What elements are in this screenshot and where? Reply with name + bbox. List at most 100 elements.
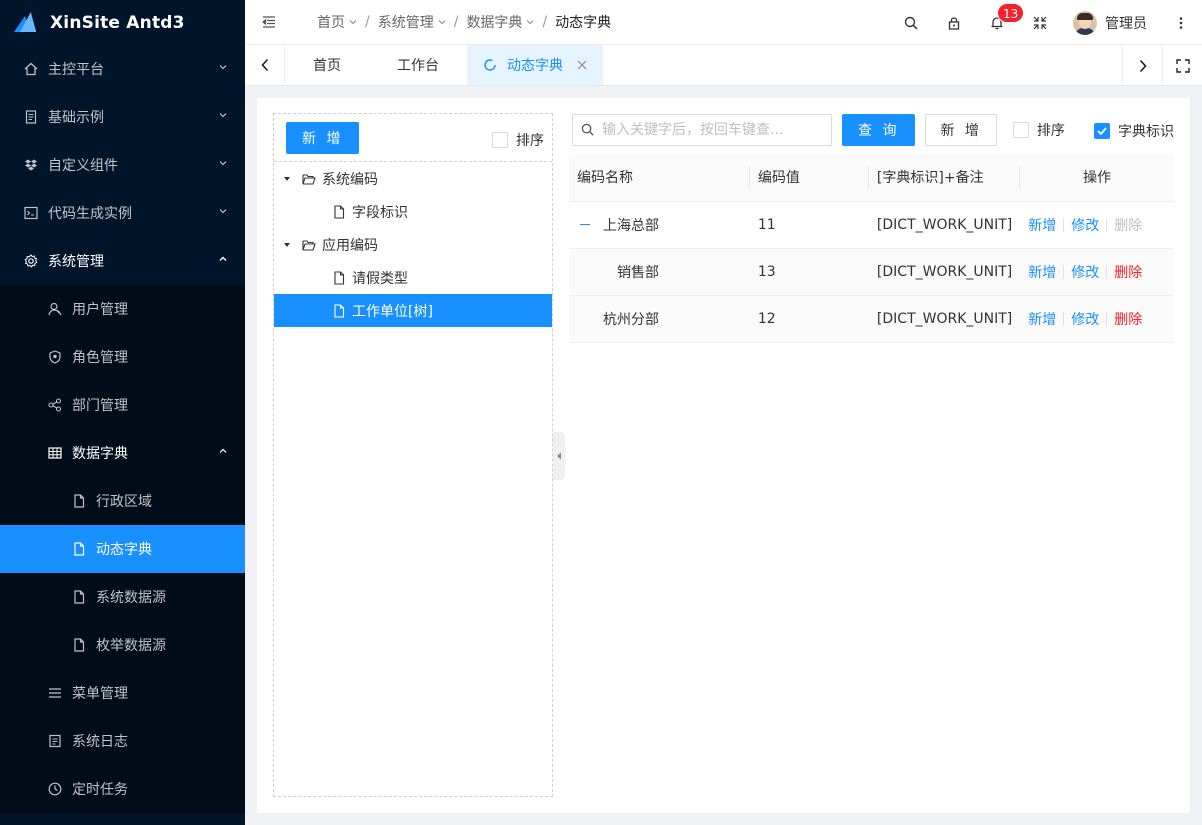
sidebar-item-label: 代码生成实例 (48, 206, 132, 222)
sidebar-item-scheduled-tasks[interactable]: 定时任务 (0, 765, 245, 813)
reload-icon[interactable] (483, 58, 497, 72)
checkbox-box[interactable] (1012, 121, 1029, 138)
panel-collapse-handle[interactable] (553, 432, 565, 480)
tabs-prev-button[interactable] (245, 45, 285, 85)
cell-text: 杭州分部 (603, 311, 659, 328)
chevron-right-icon (1139, 59, 1147, 72)
tabs-next-button[interactable] (1122, 45, 1162, 86)
breadcrumb-item-home[interactable]: 首页 (317, 12, 357, 32)
dict-tree: 系统编码 字段标识 应用编码 请假类型 工作单位[树] (274, 162, 552, 327)
sidebar-item-codegen[interactable]: 代码生成实例 (0, 189, 245, 237)
sidebar-item-label: 数据字典 (72, 446, 128, 462)
logo-icon (14, 11, 40, 34)
tab-label: 工作台 (397, 58, 439, 74)
check-icon (1097, 127, 1107, 135)
sidebar-item-label: 系统管理 (48, 254, 104, 270)
menu-fold-button[interactable] (245, 0, 293, 45)
checkbox-label: 排序 (516, 133, 544, 149)
checkbox-label: 排序 (1036, 122, 1065, 139)
expand-icon (1175, 58, 1190, 73)
sidebar-item-dashboard[interactable]: 主控平台 (0, 45, 245, 93)
items-sort-checkbox[interactable]: 排序 (1012, 120, 1065, 140)
column-header[interactable]: [字典标识]+备注 (868, 154, 1021, 202)
tree-node-field-flag[interactable]: 字段标识 (274, 195, 552, 228)
chevron-down-icon (527, 20, 534, 25)
sidebar-item-system-datasource[interactable]: 系统数据源 (0, 573, 245, 621)
sidebar-item-roles[interactable]: 角色管理 (0, 333, 245, 381)
search-input[interactable] (602, 121, 823, 138)
user-menu[interactable]: 管理员 (1061, 0, 1159, 45)
row-edit-link[interactable]: 修改 (1071, 218, 1099, 234)
tree-node-system-code[interactable]: 系统编码 (274, 162, 552, 195)
setting-icon (24, 254, 38, 268)
row-delete-link[interactable]: 删除 (1114, 312, 1142, 328)
sidebar-item-system-log[interactable]: 系统日志 (0, 717, 245, 765)
sidebar-item-enum-datasource[interactable]: 枚举数据源 (0, 621, 245, 669)
search-button[interactable] (889, 0, 932, 45)
breadcrumb-item-data-dict[interactable]: 数据字典 (466, 12, 534, 32)
sidebar-item-menus[interactable]: 菜单管理 (0, 669, 245, 717)
sidebar-item-label: 定时任务 (72, 782, 128, 798)
tree-node-label: 请假类型 (352, 270, 408, 287)
lock-button[interactable] (932, 0, 975, 45)
dict-flag-checkbox[interactable]: 字典标识 (1094, 121, 1174, 141)
row-edit-link[interactable]: 修改 (1071, 265, 1099, 281)
row-add-link[interactable]: 新增 (1028, 312, 1056, 328)
sidebar-item-users[interactable]: 用户管理 (0, 285, 245, 333)
search-box[interactable] (572, 113, 832, 146)
column-header-label: 编码名称 (577, 170, 633, 187)
close-icon[interactable] (577, 60, 587, 70)
tree-node-leave-type[interactable]: 请假类型 (274, 261, 552, 294)
tabs-fullscreen-button[interactable] (1162, 45, 1202, 86)
tree-sort-checkbox[interactable]: 排序 (492, 130, 544, 150)
tree-toolbar: 新 增 排序 (274, 114, 552, 162)
row-add-link[interactable]: 新增 (1028, 265, 1056, 281)
more-button[interactable] (1159, 0, 1202, 45)
app-title: XinSite Antd3 (50, 12, 185, 33)
checkbox-box-checked[interactable] (1094, 123, 1110, 139)
logo[interactable]: XinSite Antd3 (0, 0, 245, 45)
breadcrumb-separator: / (453, 14, 459, 30)
tree-add-button[interactable]: 新 增 (286, 121, 360, 154)
row-delete-link[interactable]: 删除 (1114, 265, 1142, 281)
header: 首页 / 系统管理 / 数据字典 / 动态字典 13 管理员 (245, 0, 1202, 45)
sidebar-item-label: 角色管理 (72, 350, 128, 366)
sidebar-item-dynamic-dict[interactable]: 动态字典 (0, 525, 245, 573)
row-edit-link[interactable]: 修改 (1071, 312, 1099, 328)
tree-node-app-code[interactable]: 应用编码 (274, 228, 552, 261)
column-header[interactable]: 编码名称 (569, 154, 750, 202)
notification-button[interactable]: 13 (975, 0, 1025, 45)
caret-down-icon[interactable] (282, 174, 292, 184)
checkbox-box[interactable] (492, 132, 508, 148)
sidebar-item-admin-region[interactable]: 行政区域 (0, 477, 245, 525)
tree-node-work-unit[interactable]: 工作单位[树] (274, 294, 552, 327)
cell-text: 销售部 (617, 264, 659, 281)
row-add-link[interactable]: 新增 (1028, 218, 1056, 234)
tab-home[interactable]: 首页 (285, 45, 369, 85)
tab-dynamic-dict[interactable]: 动态字典 (467, 45, 603, 85)
sidebar-item-data-dict[interactable]: 数据字典 (0, 429, 245, 477)
breadcrumb-item-system[interactable]: 系统管理 (378, 12, 446, 32)
tree-node-label: 系统编码 (322, 171, 378, 188)
cell-name: 上海总部 (569, 201, 750, 249)
column-header-label: [字典标识]+备注 (876, 170, 984, 187)
sidebar-item-label: 自定义组件 (48, 158, 118, 174)
file-icon (72, 542, 86, 556)
items-add-button[interactable]: 新 增 (925, 113, 997, 146)
sidebar-item-basic-examples[interactable]: 基础示例 (0, 93, 245, 141)
sidebar-item-system[interactable]: 系统管理 (0, 237, 245, 285)
file-text-icon (24, 110, 38, 124)
cell-ops: 新增 修改 删除 (1020, 201, 1174, 249)
tab-workbench[interactable]: 工作台 (369, 45, 467, 85)
sidebar-item-departments[interactable]: 部门管理 (0, 381, 245, 429)
code-icon (24, 206, 38, 220)
tab-label: 动态字典 (507, 58, 563, 74)
sidebar-item-custom-components[interactable]: 自定义组件 (0, 141, 245, 189)
query-button[interactable]: 查 询 (842, 113, 916, 146)
tabs-bar: 首页 工作台 动态字典 (245, 45, 1202, 86)
fullscreen-button[interactable] (1018, 0, 1061, 45)
column-header[interactable]: 编码值 (749, 154, 869, 202)
collapse-row-icon[interactable] (577, 217, 593, 233)
caret-down-icon[interactable] (282, 240, 292, 250)
tab-label: 首页 (313, 58, 341, 74)
